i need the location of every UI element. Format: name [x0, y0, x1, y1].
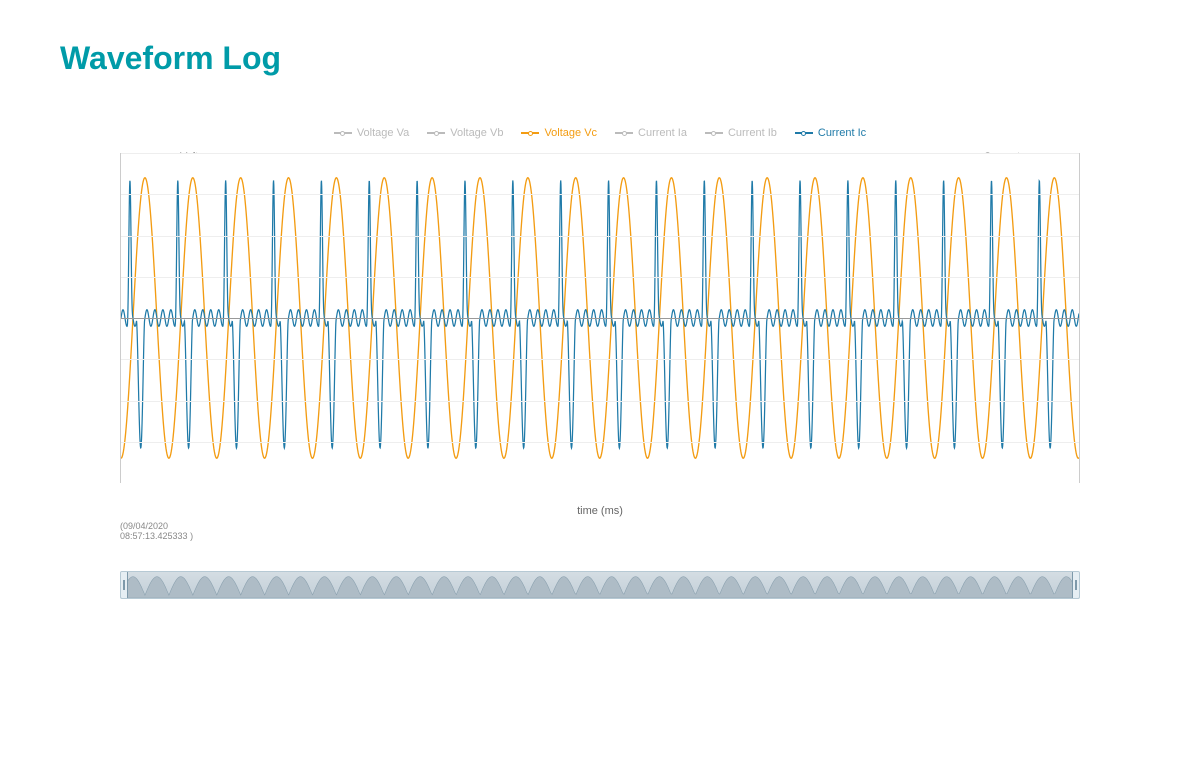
scrubber-handle-right[interactable] — [1072, 571, 1080, 599]
legend-label: Voltage Vc — [544, 127, 597, 139]
y-left-tick: -150 V — [120, 436, 121, 447]
legend-item-voltage-vc[interactable]: Voltage Vc — [521, 127, 597, 139]
timestamp-label: (09/04/2020 08:57:13.425333 ) — [120, 521, 1080, 541]
time-scrubber[interactable] — [120, 571, 1080, 599]
legend-item-current-ic[interactable]: Current Ic — [795, 127, 866, 139]
y-right-tick: 0 A — [1079, 313, 1080, 324]
y-right-tick: -0.6 A — [1079, 478, 1080, 484]
circle-icon — [521, 128, 539, 138]
waveform-chart: Voltage Va Voltage Vb Voltage Vc Current… — [60, 127, 1140, 599]
y-left-tick: 200 V — [120, 153, 121, 159]
legend-label: Voltage Va — [357, 127, 409, 139]
scrubber-handle-left[interactable] — [120, 571, 128, 599]
plot-wrap: Voltage Current 200 V150 V100 V50 V0 V-5… — [120, 153, 1080, 541]
y-right-tick: -0.2 A — [1079, 368, 1080, 379]
y-right-tick: 0.2 A — [1079, 258, 1080, 269]
y-left-tick: -100 V — [120, 395, 121, 406]
plot-area[interactable]: 200 V 150 V 100 V 50 V 0 V -50 V -100 V -150 V -… — [120, 153, 1080, 483]
legend-item-current-ia[interactable]: Current Ia — [615, 127, 687, 139]
circle-icon — [705, 128, 723, 138]
y-left-tick: -50 V — [120, 354, 121, 365]
legend: Voltage Va Voltage Vb Voltage Vc Current… — [120, 127, 1080, 139]
scrubber-preview — [121, 572, 1079, 598]
y-right-tick: -0.4 A — [1079, 423, 1080, 434]
legend-label: Voltage Vb — [450, 127, 503, 139]
x-axis-label: time (ms) — [120, 505, 1080, 517]
y-right-tick: 0.4 A — [1079, 203, 1080, 214]
circle-icon — [334, 128, 352, 138]
legend-item-voltage-va[interactable]: Voltage Va — [334, 127, 409, 139]
series-current-ic — [121, 180, 1079, 448]
legend-label: Current Ib — [728, 127, 777, 139]
y-left-tick: 0 V — [120, 313, 121, 324]
y-left-tick: 100 V — [120, 230, 121, 241]
y-left-tick: 150 V — [120, 189, 121, 200]
y-left-tick: 50 V — [120, 271, 121, 282]
circle-icon — [427, 128, 445, 138]
legend-label: Current Ic — [818, 127, 866, 139]
y-right-tick: 0.6 A — [1079, 153, 1080, 159]
circle-icon — [615, 128, 633, 138]
legend-label: Current Ia — [638, 127, 687, 139]
legend-item-voltage-vb[interactable]: Voltage Vb — [427, 127, 503, 139]
page-title: Waveform Log — [60, 40, 1140, 77]
legend-item-current-ib[interactable]: Current Ib — [705, 127, 777, 139]
circle-icon — [795, 128, 813, 138]
